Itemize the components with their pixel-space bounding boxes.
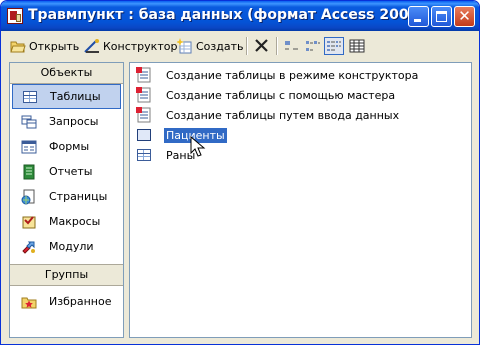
small-icons-icon xyxy=(306,41,320,51)
object-forms[interactable]: Формы xyxy=(10,134,123,159)
create-table-wizard-icon xyxy=(136,87,152,103)
form-icon xyxy=(21,139,37,155)
access-database-icon[interactable] xyxy=(7,8,23,24)
large-icons-icon xyxy=(285,41,298,50)
table-icon xyxy=(136,127,152,143)
group-label: Избранное xyxy=(49,295,112,308)
list-item-label: Создание таблицы в режиме конструктора xyxy=(166,68,419,82)
object-queries[interactable]: Запросы xyxy=(10,109,123,134)
create-table-data-icon xyxy=(136,107,152,123)
window-title: Травмпункт : база данных (формат Access … xyxy=(28,7,425,23)
database-toolbar: Открыть Конструктор Создать xyxy=(4,32,476,60)
object-label: Модули xyxy=(49,240,94,253)
groups-header[interactable]: Группы xyxy=(10,264,123,286)
details-view-button[interactable] xyxy=(347,37,367,55)
object-label: Таблицы xyxy=(50,90,101,103)
open-button[interactable]: Открыть xyxy=(10,36,79,56)
minimize-button[interactable] xyxy=(408,6,429,27)
object-macros[interactable]: Макросы xyxy=(10,209,123,234)
list-item-create-table-design[interactable]: Создание таблицы в режиме конструктора xyxy=(136,66,420,84)
table-icon xyxy=(136,147,152,163)
title-bar[interactable]: Травмпункт : база данных (формат Access … xyxy=(1,1,479,31)
delete-icon xyxy=(255,39,268,52)
create-table-design-icon xyxy=(136,67,152,83)
close-icon: ✕ xyxy=(458,7,471,25)
object-modules[interactable]: Модули xyxy=(10,234,123,259)
list-view-button[interactable] xyxy=(324,37,344,55)
object-label: Отчеты xyxy=(49,165,93,178)
list-item-label: Создание таблицы с помощью мастера xyxy=(166,88,396,102)
design-label: Конструктор xyxy=(103,39,178,53)
page-icon xyxy=(21,189,37,205)
object-label: Запросы xyxy=(49,115,99,128)
report-icon xyxy=(21,164,37,180)
objects-header[interactable]: Объекты xyxy=(10,63,123,84)
list-item-create-table-wizard[interactable]: Создание таблицы с помощью мастера xyxy=(136,86,397,104)
minimize-icon xyxy=(414,19,421,22)
object-label: Макросы xyxy=(49,215,101,228)
object-bar: Объекты Таблицы Запросы Формы Отчеты Стр… xyxy=(9,62,124,338)
create-icon xyxy=(176,38,193,54)
open-icon xyxy=(10,38,26,54)
database-window: Травмпункт : база данных (формат Access … xyxy=(0,0,480,345)
large-icons-view-button[interactable] xyxy=(282,37,302,55)
create-button[interactable]: Создать xyxy=(176,36,244,56)
list-view-icon xyxy=(327,41,341,51)
create-label: Создать xyxy=(196,39,244,53)
table-icon xyxy=(22,89,38,105)
small-icons-view-button[interactable] xyxy=(303,37,323,55)
list-item-label: Создание таблицы путем ввода данных xyxy=(166,108,400,122)
macro-icon xyxy=(21,214,37,230)
mouse-cursor-icon xyxy=(190,136,206,157)
favorites-icon xyxy=(21,294,37,310)
query-icon xyxy=(21,114,37,130)
object-pages[interactable]: Страницы xyxy=(10,184,123,209)
maximize-button[interactable] xyxy=(431,6,452,27)
module-icon xyxy=(21,239,37,255)
open-label: Открыть xyxy=(29,39,80,53)
delete-button[interactable] xyxy=(252,37,272,55)
object-reports[interactable]: Отчеты xyxy=(10,159,123,184)
design-button[interactable]: Конструктор xyxy=(84,36,177,56)
details-view-icon xyxy=(349,39,365,53)
toolbar-separator xyxy=(246,37,248,55)
group-favorites[interactable]: Избранное xyxy=(10,289,123,314)
close-button[interactable]: ✕ xyxy=(454,6,475,27)
object-tables[interactable]: Таблицы xyxy=(12,84,121,109)
object-label: Страницы xyxy=(49,190,108,203)
maximize-icon xyxy=(436,11,447,22)
list-item-table-patients[interactable]: Пациенты xyxy=(136,126,228,144)
design-icon xyxy=(84,38,100,54)
list-item-table-wounds[interactable]: Раны xyxy=(136,146,197,164)
toolbar-separator xyxy=(276,37,278,55)
list-item-create-table-data[interactable]: Создание таблицы путем ввода данных xyxy=(136,106,401,124)
object-label: Формы xyxy=(49,140,90,153)
object-list: Создание таблицы в режиме конструктора С… xyxy=(129,62,472,338)
